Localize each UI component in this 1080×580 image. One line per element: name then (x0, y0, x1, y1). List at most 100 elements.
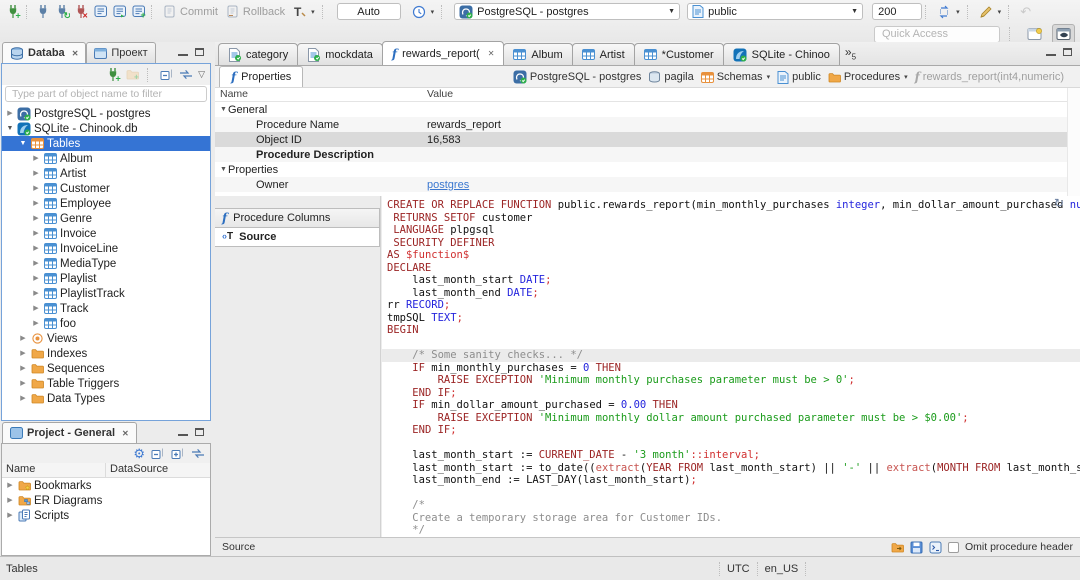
tree-item-mediatype[interactable]: ▶ MediaType (2, 256, 210, 271)
property-row-procedure-name[interactable]: Procedure Name rewards_report (215, 117, 1080, 132)
transaction-log-button[interactable]: T ▾ (293, 5, 315, 18)
console-icon[interactable] (929, 541, 942, 554)
tree-item-data-types[interactable]: ▶ Data Types (2, 391, 210, 406)
expand-arrow-icon[interactable]: ▶ (30, 256, 42, 271)
expand-arrow-icon[interactable]: ▶ (17, 346, 29, 361)
expand-arrow-icon[interactable]: ▶ (17, 391, 29, 406)
column-datasource[interactable]: DataSource (106, 463, 168, 477)
expand-arrow-icon[interactable]: ▶ (30, 166, 42, 181)
save-icon[interactable] (910, 541, 923, 554)
link-with-editor-icon[interactable] (191, 448, 205, 459)
expand-arrow-icon[interactable]: ▶ (30, 211, 42, 226)
expand-all-icon[interactable] (171, 447, 185, 460)
grid-scrollbar[interactable] (1067, 88, 1080, 196)
editor-tab-category[interactable]: category (218, 43, 299, 65)
commit-mode-combo[interactable]: Auto (336, 3, 401, 20)
tree-item-genre[interactable]: ▶ Genre (2, 211, 210, 226)
expand-arrow-icon[interactable]: ▶ (17, 361, 29, 376)
close-icon[interactable]: ✕ (122, 429, 129, 438)
breadcrumb-item-pagila[interactable]: pagila (648, 71, 694, 83)
property-row-properties[interactable]: ▼ Properties (215, 162, 1080, 177)
tab-overflow-indicator[interactable]: »5 (845, 45, 856, 61)
editor-tab-mockdata[interactable]: mockdata (297, 43, 383, 65)
project-item-scripts[interactable]: ▶ Scripts (2, 508, 210, 523)
omit-procedure-header-checkbox[interactable] (948, 541, 960, 553)
editor-tab-rewards-report[interactable]: f rewards_report(✕ (381, 41, 505, 65)
tree-item-indexes[interactable]: ▶ Indexes (2, 346, 210, 361)
property-row-owner[interactable]: Owner postgres (215, 177, 1080, 192)
expand-arrow-icon[interactable]: ▶ (30, 316, 42, 331)
minimize-icon[interactable] (178, 428, 188, 436)
expand-arrow-icon[interactable]: ▶ (4, 478, 16, 493)
format-button[interactable]: ▾ (979, 5, 1001, 19)
property-row-object-id[interactable]: Object ID 16,583 (215, 132, 1080, 147)
property-value[interactable]: postgres (427, 179, 1080, 191)
rollback-button[interactable]: Rollback (226, 5, 285, 18)
tree-item-album[interactable]: ▶ Album (2, 151, 210, 166)
expand-arrow-icon[interactable]: ▶ (30, 226, 42, 241)
close-icon[interactable]: ✕ (72, 49, 79, 58)
expand-arrow-icon[interactable]: ▶ (30, 286, 42, 301)
new-connection-icon[interactable]: + (106, 67, 121, 82)
expand-arrow-icon[interactable]: ▶ (4, 493, 16, 508)
subtab-source[interactable]: ‹›T Source (215, 227, 380, 247)
minimize-icon[interactable] (1046, 48, 1056, 56)
tree-item-invoiceline[interactable]: ▶ InvoiceLine (2, 241, 210, 256)
tree-item-artist[interactable]: ▶ Artist (2, 166, 210, 181)
open-file-icon[interactable] (891, 542, 904, 553)
collapse-arrow-icon[interactable]: ▼ (17, 136, 29, 151)
close-icon[interactable]: ✕ (488, 49, 495, 58)
tree-item-tables[interactable]: ▼ Tables (2, 136, 210, 151)
commit-button[interactable]: Commit (163, 5, 218, 18)
tree-item-sqlite-chinook-db[interactable]: ▼ SQLite - Chinook.db (2, 121, 210, 136)
connect-icon[interactable] (34, 3, 53, 21)
connection-combo[interactable]: PostgreSQL - postgres ▼ (454, 3, 681, 20)
breadcrumb-item-procedures[interactable]: Procedures ▾ (828, 71, 908, 83)
expand-arrow-icon[interactable]: ▶ (30, 151, 42, 166)
tree-item-sequences[interactable]: ▶ Sequences (2, 361, 210, 376)
reconnect-icon[interactable]: ↻ (53, 3, 72, 21)
tab-project-explorer[interactable]: Проект (86, 42, 156, 63)
tree-item-invoice[interactable]: ▶ Invoice (2, 226, 210, 241)
tree-item-playlist[interactable]: ▶ Playlist (2, 271, 210, 286)
editor-tab-sqlite-chinoo[interactable]: SQLite - Chinoo (722, 43, 840, 65)
tree-item-customer[interactable]: ▶ Customer (2, 181, 210, 196)
editor-tab-customer[interactable]: *Customer (633, 43, 724, 65)
quick-access-input[interactable] (874, 25, 1000, 43)
tab-properties[interactable]: f Properties (219, 66, 304, 87)
minimize-icon[interactable] (178, 48, 188, 56)
group-arrow-icon[interactable]: ▼ (219, 106, 228, 113)
gear-icon[interactable]: ⚙ (133, 447, 145, 460)
maximize-icon[interactable] (195, 48, 204, 56)
column-value[interactable]: Value (427, 88, 453, 101)
tree-item-track[interactable]: ▶ Track (2, 301, 210, 316)
tree-item-table-triggers[interactable]: ▶ Table Triggers (2, 376, 210, 391)
collapse-all-icon[interactable] (151, 447, 165, 460)
new-folder-icon[interactable]: + (126, 69, 139, 80)
maximize-icon[interactable] (195, 428, 204, 436)
expand-arrow-icon[interactable]: ▶ (30, 271, 42, 286)
transaction-history-button[interactable]: ▾ (412, 5, 434, 19)
expand-arrow-icon[interactable]: ▶ (30, 241, 42, 256)
open-perspective-icon[interactable] (1023, 24, 1046, 44)
chevron-down-icon[interactable]: ▾ (904, 73, 908, 81)
sql-editor-icon[interactable] (91, 3, 110, 21)
refresh-icon[interactable]: ↻ (1054, 197, 1064, 209)
tab-project-general[interactable]: Project - General ✕ (2, 422, 137, 443)
new-sql-editor-icon[interactable]: + (129, 3, 148, 21)
editor-tab-album[interactable]: Album (503, 43, 573, 65)
dbeaver-perspective-icon[interactable] (1052, 24, 1075, 44)
subtab-procedure-columns[interactable]: f Procedure Columns (215, 208, 380, 228)
source-code-viewer[interactable]: CREATE OR REPLACE FUNCTION public.reward… (382, 196, 1080, 537)
fetch-size-input[interactable] (872, 3, 923, 20)
maximize-icon[interactable] (1063, 48, 1072, 56)
property-row-procedure-description[interactable]: Procedure Description (215, 147, 1080, 162)
expand-arrow-icon[interactable]: ▶ (30, 181, 42, 196)
view-menu-icon[interactable]: ▽ (198, 70, 205, 79)
tree-item-views[interactable]: ▶ Views (2, 331, 210, 346)
timezone-label[interactable]: UTC (727, 563, 750, 575)
breadcrumb-item-postgresql-postgres[interactable]: PostgreSQL - postgres (513, 70, 641, 84)
collapse-all-icon[interactable] (160, 68, 174, 81)
locale-label[interactable]: en_US (765, 563, 799, 575)
expand-arrow-icon[interactable]: ▶ (4, 508, 16, 523)
